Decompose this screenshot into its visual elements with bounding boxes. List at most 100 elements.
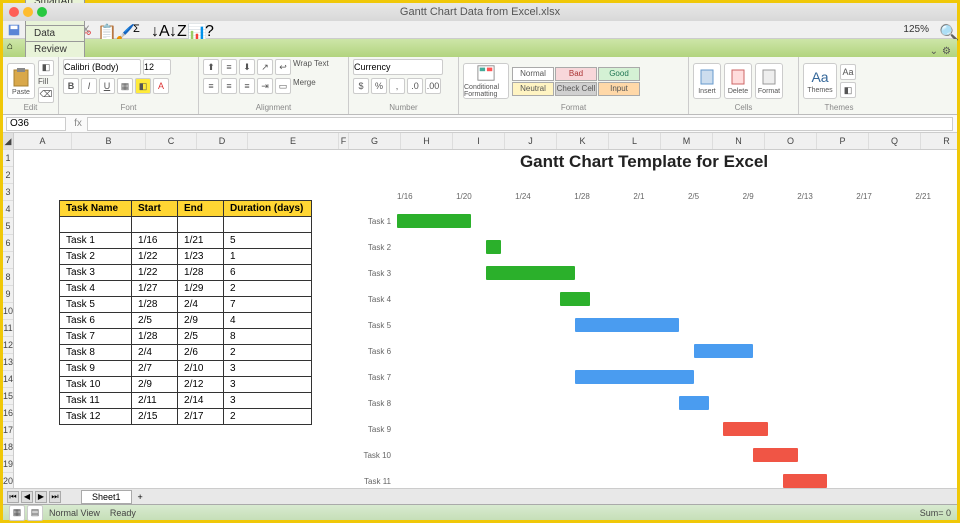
table-cell[interactable]: 4 (224, 313, 312, 329)
col-header[interactable]: R (921, 133, 957, 149)
align-mid-button[interactable]: ≡ (221, 59, 237, 75)
table-cell[interactable]: 2/15 (132, 409, 178, 425)
table-cell[interactable]: 2/5 (178, 329, 224, 345)
row-header[interactable]: 20 (3, 473, 13, 488)
paste-button[interactable]: Paste (7, 63, 35, 99)
gantt-bar[interactable] (723, 422, 768, 436)
border-button[interactable]: ▦ (117, 78, 133, 94)
table-cell[interactable]: Task 12 (60, 409, 132, 425)
table-cell[interactable]: Task 10 (60, 377, 132, 393)
align-left-button[interactable]: ≡ (203, 78, 219, 94)
table-cell[interactable]: 2/4 (132, 345, 178, 361)
last-sheet-icon[interactable]: ⏭ (49, 491, 61, 503)
table-header[interactable]: End (178, 201, 224, 217)
col-header[interactable]: F (339, 133, 349, 149)
table-cell[interactable]: Task 7 (60, 329, 132, 345)
table-cell[interactable]: 2 (224, 281, 312, 297)
table-cell[interactable] (178, 217, 224, 233)
row-header[interactable]: 1 (3, 150, 13, 167)
row-header[interactable]: 17 (3, 422, 13, 439)
gantt-chart[interactable]: Gantt Chart Template for Excel 1/161/201… (349, 150, 939, 488)
gantt-bar[interactable] (575, 318, 679, 332)
col-header[interactable]: O (765, 133, 817, 149)
themes-button[interactable]: Aa Themes (803, 63, 837, 99)
style-bad[interactable]: Bad (555, 67, 597, 81)
row-header[interactable]: 10 (3, 303, 13, 320)
search-icon[interactable]: 🔍 (939, 23, 953, 37)
col-header[interactable]: D (197, 133, 248, 149)
table-cell[interactable]: 8 (224, 329, 312, 345)
gantt-bar[interactable] (679, 396, 709, 410)
row-header[interactable]: 12 (3, 337, 13, 354)
table-cell[interactable]: 1/16 (132, 233, 178, 249)
table-cell[interactable]: Task 5 (60, 297, 132, 313)
col-header[interactable]: J (505, 133, 557, 149)
save-icon[interactable] (7, 23, 21, 37)
table-cell[interactable]: Task 8 (60, 345, 132, 361)
fill-color-button[interactable]: ◧ (135, 78, 151, 94)
col-header[interactable]: C (146, 133, 197, 149)
col-header[interactable]: A (14, 133, 72, 149)
chart-icon[interactable]: 📊 (187, 23, 201, 37)
number-format-select[interactable] (353, 59, 443, 75)
table-cell[interactable] (60, 217, 132, 233)
style-input[interactable]: Input (598, 82, 640, 96)
table-cell[interactable]: 1 (224, 249, 312, 265)
table-cell[interactable]: Task 9 (60, 361, 132, 377)
fx-icon[interactable]: fx (69, 118, 87, 129)
table-cell[interactable]: Task 6 (60, 313, 132, 329)
style-neutral[interactable]: Neutral (512, 82, 554, 96)
table-cell[interactable]: 1/29 (178, 281, 224, 297)
next-sheet-icon[interactable]: ▶ (35, 491, 47, 503)
col-header[interactable]: E (248, 133, 339, 149)
table-cell[interactable]: 2/7 (132, 361, 178, 377)
table-cell[interactable]: Task 2 (60, 249, 132, 265)
table-cell[interactable]: 1/27 (132, 281, 178, 297)
font-size-input[interactable] (143, 59, 171, 75)
col-header[interactable]: Q (869, 133, 921, 149)
fill-button[interactable]: ◧ (38, 60, 54, 76)
row-header[interactable]: 18 (3, 439, 13, 456)
table-cell[interactable]: Task 1 (60, 233, 132, 249)
zoom-level[interactable]: 125% (903, 24, 929, 35)
table-cell[interactable]: 2/14 (178, 393, 224, 409)
table-cell[interactable]: 2 (224, 409, 312, 425)
inc-decimal-button[interactable]: .0 (407, 78, 423, 94)
row-header[interactable]: 2 (3, 167, 13, 184)
page-layout-view-icon[interactable]: ▤ (27, 505, 43, 521)
prev-sheet-icon[interactable]: ◀ (21, 491, 33, 503)
table-cell[interactable]: 2/10 (178, 361, 224, 377)
bold-button[interactable]: B (63, 78, 79, 94)
insert-cells-button[interactable]: Insert (693, 63, 721, 99)
font-color-button[interactable]: A (153, 78, 169, 94)
theme-colors-button[interactable]: Aa (840, 64, 856, 80)
col-header[interactable]: N (713, 133, 765, 149)
format-cells-button[interactable]: Format (755, 63, 783, 99)
table-cell[interactable]: 6 (224, 265, 312, 281)
comma-button[interactable]: , (389, 78, 405, 94)
conditional-formatting-button[interactable]: Conditional Formatting (463, 63, 509, 99)
table-cell[interactable]: 3 (224, 377, 312, 393)
gantt-bar[interactable] (486, 240, 501, 254)
gantt-bar[interactable] (486, 266, 575, 280)
underline-button[interactable]: U (99, 78, 115, 94)
table-cell[interactable]: 2/6 (178, 345, 224, 361)
add-sheet-icon[interactable]: + (138, 492, 143, 502)
col-header[interactable]: G (349, 133, 401, 149)
col-header[interactable]: I (453, 133, 505, 149)
style-normal[interactable]: Normal (512, 67, 554, 81)
table-cell[interactable]: 1/21 (178, 233, 224, 249)
table-cell[interactable]: Task 3 (60, 265, 132, 281)
select-all-corner[interactable]: ◢ (3, 133, 13, 150)
table-cell[interactable] (132, 217, 178, 233)
row-header[interactable]: 4 (3, 201, 13, 218)
spreadsheet-grid[interactable]: ◢ 1234567891011121314151617181920212223 … (3, 133, 957, 488)
collapse-ribbon-icon[interactable]: ⌄ (930, 46, 938, 57)
table-cell[interactable]: 3 (224, 393, 312, 409)
table-cell[interactable]: 2/12 (178, 377, 224, 393)
table-cell[interactable]: 2/9 (178, 313, 224, 329)
col-header[interactable]: B (72, 133, 146, 149)
format-painter-icon[interactable]: 🖌️ (115, 23, 129, 37)
table-cell[interactable]: Task 4 (60, 281, 132, 297)
table-cell[interactable]: Task 11 (60, 393, 132, 409)
